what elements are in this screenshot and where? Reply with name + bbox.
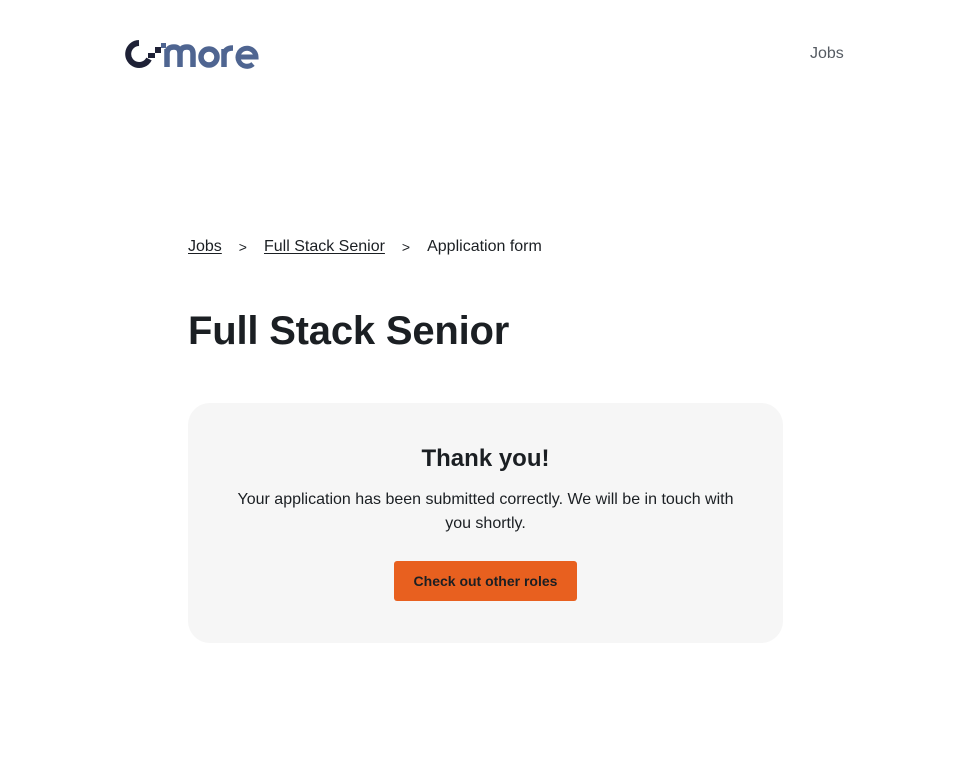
check-out-other-roles-button[interactable]: Check out other roles [394, 561, 577, 601]
c-more-logo-mark [125, 40, 259, 69]
breadcrumb-jobs-link[interactable]: Jobs [188, 238, 222, 256]
site-header: Jobs [0, 0, 954, 110]
c-more-logo[interactable] [125, 38, 271, 70]
breadcrumb-separator: > [238, 239, 247, 255]
breadcrumb-job-link[interactable]: Full Stack Senior [264, 238, 385, 256]
breadcrumb-current: Application form [427, 238, 542, 255]
confirmation-card: Thank you! Your application has been sub… [188, 403, 783, 643]
confirmation-title: Thank you! [421, 445, 550, 472]
nav-jobs-link[interactable]: Jobs [810, 45, 844, 63]
page-title: Full Stack Senior [188, 309, 510, 353]
confirmation-message: Your application has been submitted corr… [237, 491, 734, 532]
breadcrumb: Jobs > Full Stack Senior > Application f… [188, 236, 784, 258]
breadcrumb-separator: > [401, 239, 411, 255]
main-content: Jobs > Full Stack Senior > Application f… [188, 236, 784, 643]
